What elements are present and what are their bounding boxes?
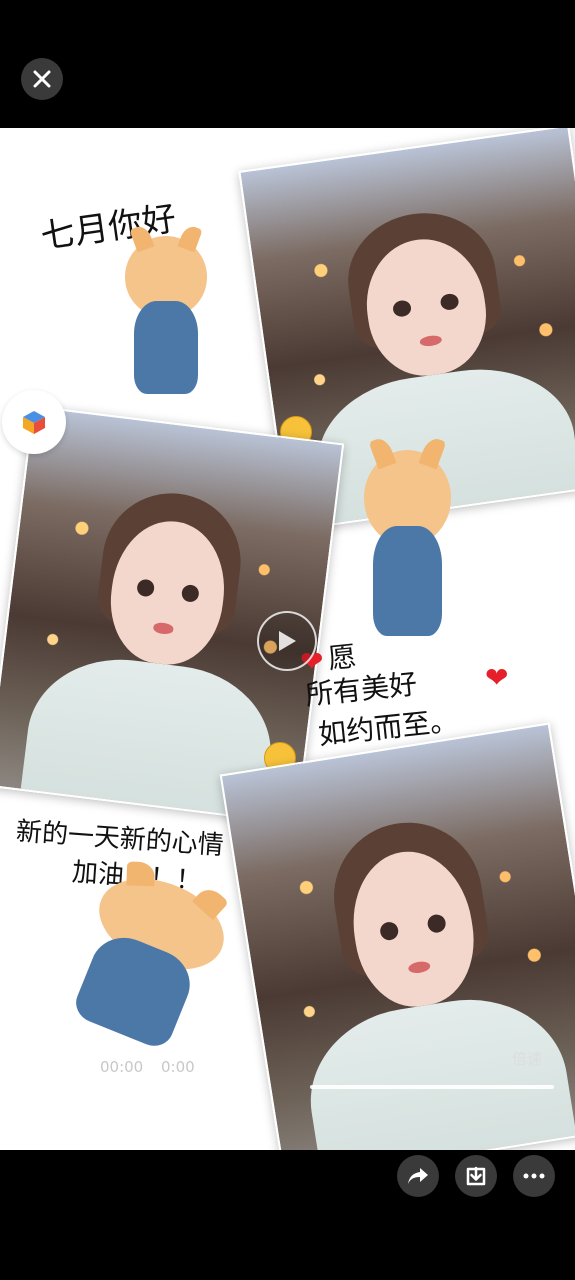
current-time: 00:00 xyxy=(100,1058,144,1076)
close-icon xyxy=(33,70,51,88)
more-icon xyxy=(523,1173,545,1179)
cat-dress xyxy=(373,526,442,636)
speed-button[interactable]: 倍速 xyxy=(512,1048,542,1069)
cat-sticker-2 xyxy=(350,450,465,650)
duration: 0:00 xyxy=(161,1058,195,1076)
floating-app-button[interactable] xyxy=(2,390,66,454)
play-button[interactable] xyxy=(257,611,317,671)
cat-sticker-1 xyxy=(112,236,220,406)
download-icon xyxy=(466,1166,486,1186)
cat-dress xyxy=(133,300,199,395)
bottom-bar xyxy=(0,1150,575,1280)
top-bar xyxy=(0,0,575,128)
video-player[interactable]: 七月你好 ❤ ❤ ❤ xyxy=(0,128,575,1150)
progress-bar[interactable] xyxy=(310,1085,554,1089)
cube-app-icon xyxy=(23,411,45,434)
close-button[interactable] xyxy=(21,58,63,100)
share-icon xyxy=(408,1168,428,1184)
share-button[interactable] xyxy=(397,1155,439,1197)
download-button[interactable] xyxy=(455,1155,497,1197)
play-icon xyxy=(279,631,296,651)
heart-icon: ❤ xyxy=(485,661,509,694)
cat-sticker-3 xyxy=(34,854,255,1075)
more-button[interactable] xyxy=(513,1155,555,1197)
